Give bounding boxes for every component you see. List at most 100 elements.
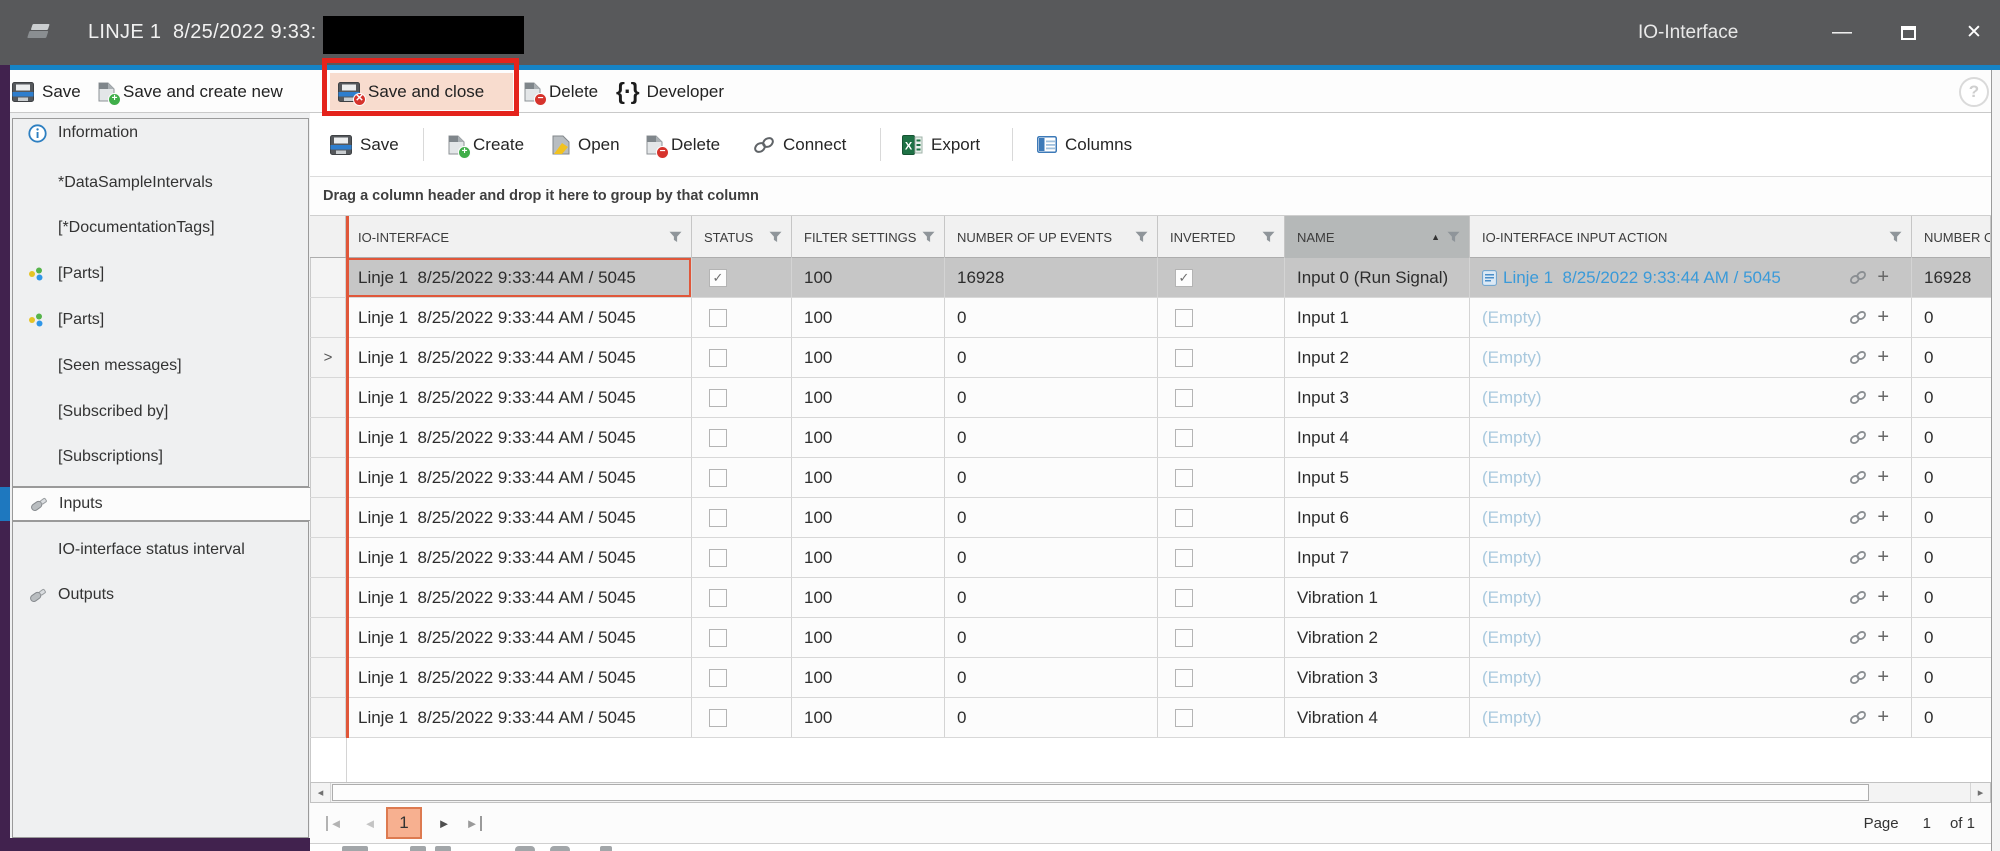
- checkbox-unchecked[interactable]: [709, 349, 727, 367]
- table-row[interactable]: Linje 1 8/25/2022 9:33:44 AM / 50451000I…: [310, 458, 1991, 498]
- cell-input-action[interactable]: (Empty)+: [1470, 538, 1912, 577]
- cell-name[interactable]: Input 4: [1285, 418, 1470, 457]
- cell-io-interface[interactable]: Linje 1 8/25/2022 9:33:44 AM / 5045: [346, 458, 692, 497]
- cell-input-action[interactable]: (Empty)+: [1470, 338, 1912, 377]
- cell-input-action[interactable]: (Empty)+: [1470, 618, 1912, 657]
- cell-input-action[interactable]: (Empty)+: [1470, 378, 1912, 417]
- table-row[interactable]: Linje 1 8/25/2022 9:33:44 AM / 50451000I…: [310, 298, 1991, 338]
- sidebar-item-seen-messages[interactable]: [Seen messages]: [12, 351, 308, 381]
- checkbox-unchecked[interactable]: [1175, 389, 1193, 407]
- column-header-filter-settings[interactable]: FILTER SETTINGS: [792, 216, 945, 258]
- cell-filter-settings[interactable]: 100: [792, 338, 945, 377]
- table-row[interactable]: Linje 1 8/25/2022 9:33:44 AM / 5045✓1001…: [310, 258, 1991, 298]
- link-icon[interactable]: [1849, 710, 1867, 725]
- cell-io-interface[interactable]: Linje 1 8/25/2022 9:33:44 AM / 5045: [346, 298, 692, 337]
- cell-filter-settings[interactable]: 100: [792, 658, 945, 697]
- cell-name[interactable]: Input 7: [1285, 538, 1470, 577]
- checkbox-unchecked[interactable]: [1175, 669, 1193, 687]
- sidebar-item-parts[interactable]: [Parts]: [12, 259, 308, 289]
- cell-name[interactable]: Input 6: [1285, 498, 1470, 537]
- filter-icon[interactable]: [922, 231, 935, 243]
- cell-up-events[interactable]: 0: [945, 698, 1158, 737]
- link-icon[interactable]: [1849, 270, 1867, 285]
- table-row[interactable]: Linje 1 8/25/2022 9:33:44 AM / 50451000V…: [310, 698, 1991, 738]
- scrollbar-thumb[interactable]: [332, 784, 1869, 801]
- cell-status[interactable]: [692, 538, 792, 577]
- cell-io-interface[interactable]: Linje 1 8/25/2022 9:33:44 AM / 5045: [346, 658, 692, 697]
- checkbox-unchecked[interactable]: [1175, 589, 1193, 607]
- cell-filter-settings[interactable]: 100: [792, 418, 945, 457]
- checkbox-unchecked[interactable]: [709, 429, 727, 447]
- checkbox-unchecked[interactable]: [709, 469, 727, 487]
- cell-inverted[interactable]: [1158, 538, 1285, 577]
- cell-input-action[interactable]: (Empty)+: [1470, 298, 1912, 337]
- cell-up-events[interactable]: 16928: [945, 258, 1158, 297]
- scroll-right-button[interactable]: ▸: [1970, 783, 1990, 802]
- checkbox-unchecked[interactable]: [709, 509, 727, 527]
- link-icon[interactable]: [1849, 390, 1867, 405]
- column-header-number-of[interactable]: NUMBER OF: [1912, 216, 1991, 258]
- cell-up-events[interactable]: 0: [945, 458, 1158, 497]
- checkbox-unchecked[interactable]: [709, 669, 727, 687]
- cell-number-of[interactable]: 0: [1912, 698, 1991, 737]
- link-icon[interactable]: [1849, 430, 1867, 445]
- previous-page-button[interactable]: ◄: [358, 803, 382, 843]
- cell-status[interactable]: [692, 698, 792, 737]
- checkbox-unchecked[interactable]: [1175, 709, 1193, 727]
- add-icon[interactable]: +: [1877, 426, 1889, 449]
- checkbox-unchecked[interactable]: [1175, 509, 1193, 527]
- link-icon[interactable]: [1849, 670, 1867, 685]
- sidebar-item-inputs[interactable]: Inputs: [12, 487, 310, 521]
- toolbar-button-delete[interactable]: −Delete: [524, 70, 598, 113]
- sidebar-item-outputs[interactable]: Outputs: [12, 580, 308, 610]
- cell-filter-settings[interactable]: 100: [792, 458, 945, 497]
- cell-status[interactable]: [692, 658, 792, 697]
- checkbox-unchecked[interactable]: [1175, 629, 1193, 647]
- column-header-status[interactable]: STATUS: [692, 216, 792, 258]
- cell-name[interactable]: Vibration 2: [1285, 618, 1470, 657]
- cell-io-interface[interactable]: Linje 1 8/25/2022 9:33:44 AM / 5045: [346, 418, 692, 457]
- cell-inverted[interactable]: [1158, 298, 1285, 337]
- close-button[interactable]: ✕: [1952, 0, 1996, 65]
- table-row[interactable]: Linje 1 8/25/2022 9:33:44 AM / 50451000I…: [310, 378, 1991, 418]
- add-icon[interactable]: +: [1877, 466, 1889, 489]
- cell-inverted[interactable]: ✓: [1158, 258, 1285, 297]
- cell-filter-settings[interactable]: 100: [792, 378, 945, 417]
- table-row[interactable]: Linje 1 8/25/2022 9:33:44 AM / 50451000V…: [310, 658, 1991, 698]
- cell-name[interactable]: Vibration 3: [1285, 658, 1470, 697]
- cell-up-events[interactable]: 0: [945, 498, 1158, 537]
- cell-name[interactable]: Input 1: [1285, 298, 1470, 337]
- filter-icon[interactable]: [1262, 231, 1275, 243]
- cell-io-interface[interactable]: Linje 1 8/25/2022 9:33:44 AM / 5045: [346, 498, 692, 537]
- checkbox-unchecked[interactable]: [1175, 309, 1193, 327]
- cell-number-of[interactable]: 0: [1912, 578, 1991, 617]
- filter-icon[interactable]: [669, 231, 682, 243]
- cell-input-action[interactable]: (Empty)+: [1470, 498, 1912, 537]
- cell-io-interface[interactable]: Linje 1 8/25/2022 9:33:44 AM / 5045: [346, 258, 692, 297]
- maximize-button[interactable]: [1886, 0, 1930, 65]
- cell-up-events[interactable]: 0: [945, 618, 1158, 657]
- checkbox-unchecked[interactable]: [1175, 549, 1193, 567]
- minimize-button[interactable]: —: [1820, 0, 1864, 65]
- add-icon[interactable]: +: [1877, 626, 1889, 649]
- filter-icon[interactable]: [769, 231, 782, 243]
- cell-status[interactable]: [692, 298, 792, 337]
- checkbox-unchecked[interactable]: [1175, 429, 1193, 447]
- cell-input-action[interactable]: (Empty)+: [1470, 578, 1912, 617]
- table-row[interactable]: Linje 1 8/25/2022 9:33:44 AM / 5045 1000 I…: [310, 498, 1991, 538]
- sidebar-item-information[interactable]: Information: [12, 118, 308, 148]
- checkbox-unchecked[interactable]: [1175, 469, 1193, 487]
- checkbox-unchecked[interactable]: [709, 389, 727, 407]
- cell-number-of[interactable]: 0: [1912, 418, 1991, 457]
- cell-name[interactable]: Input 2: [1285, 338, 1470, 377]
- checkbox-unchecked[interactable]: [709, 589, 727, 607]
- cell-status[interactable]: [692, 338, 792, 377]
- cell-status[interactable]: [692, 578, 792, 617]
- sidebar-item-io-interface-status-interval[interactable]: IO-interface status interval: [12, 535, 308, 565]
- cell-number-of[interactable]: 0: [1912, 538, 1991, 577]
- cell-io-interface[interactable]: Linje 1 8/25/2022 9:33:44 AM / 5045: [346, 698, 692, 737]
- cell-inverted[interactable]: [1158, 498, 1285, 537]
- table-row[interactable]: Linje 1 8/25/2022 9:33:44 AM / 50451000V…: [310, 618, 1991, 658]
- link-icon[interactable]: [1849, 310, 1867, 325]
- cell-filter-settings[interactable]: 100: [792, 498, 945, 537]
